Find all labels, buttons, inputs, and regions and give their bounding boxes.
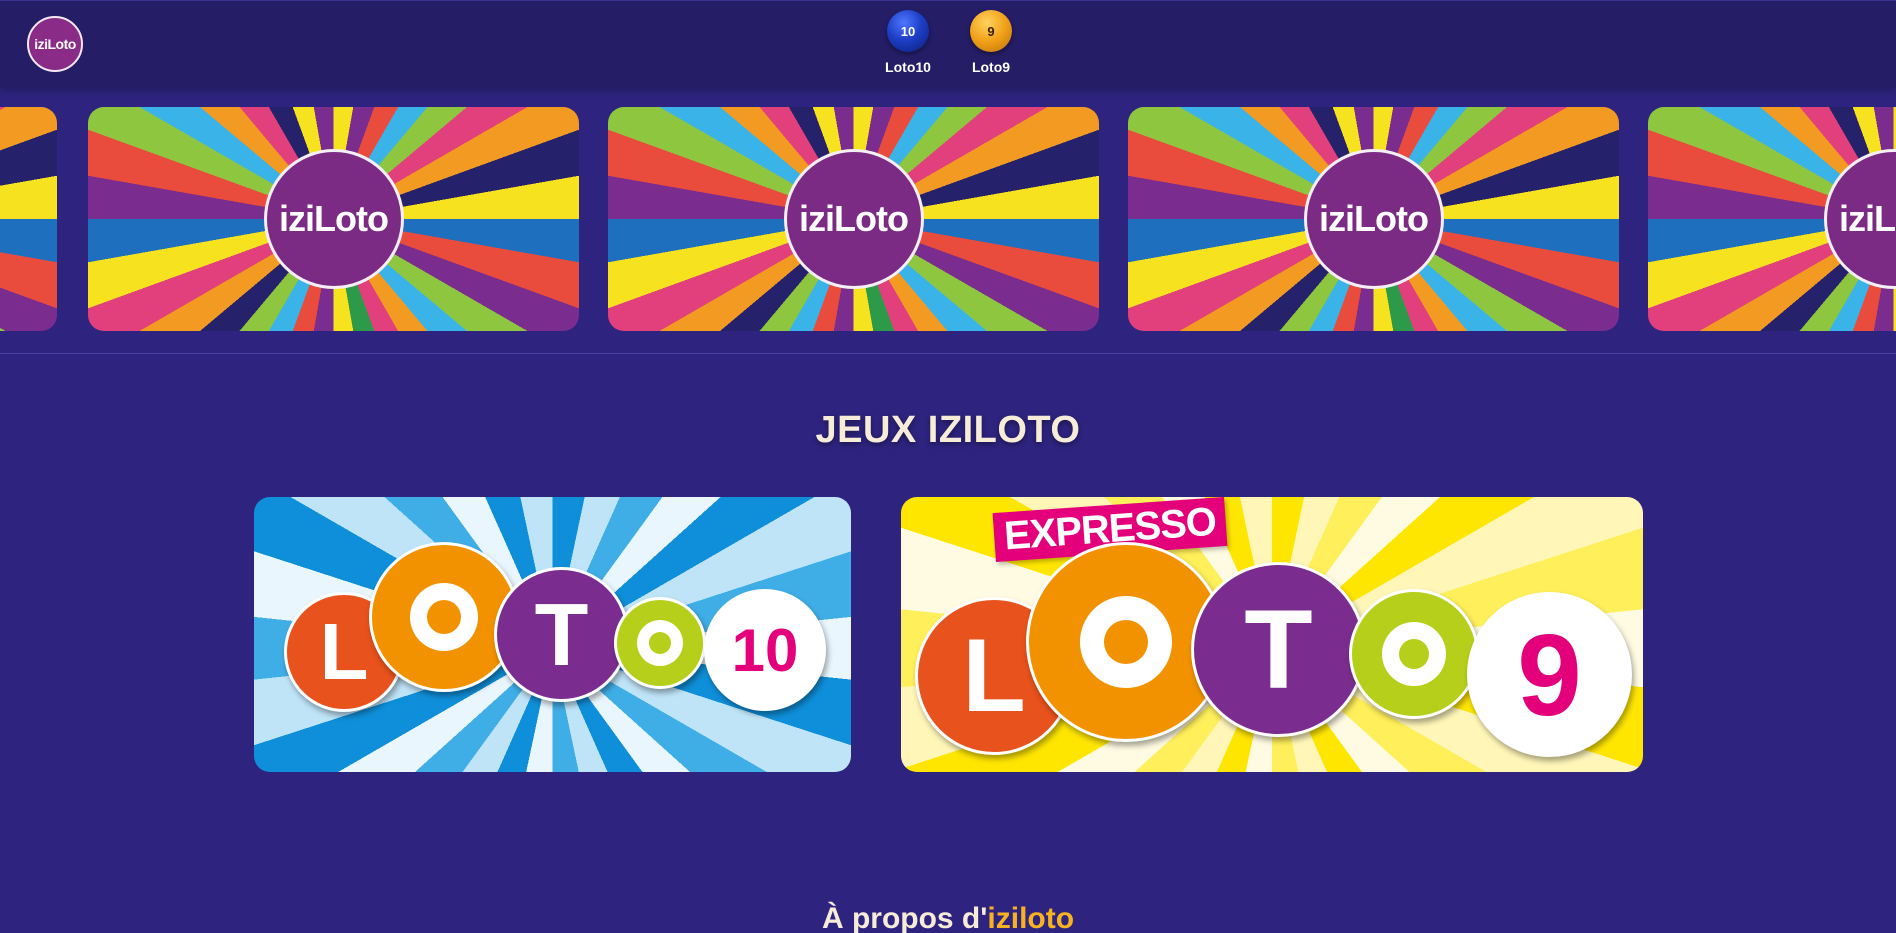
loto-number-ball: 10 [704, 589, 826, 711]
about-brand: iziloto [987, 902, 1075, 933]
iziloto-badge: iziLoto [783, 149, 924, 289]
loto-letter-ball: T [1191, 562, 1366, 737]
loto10-ball-icon: 10 [887, 10, 929, 52]
loto-letter-ball: T [494, 567, 629, 702]
about-prefix: À propos d' [821, 902, 988, 933]
top-navigation-bar: iziLoto 10 Loto10 9 Loto9 [0, 0, 1896, 88]
nav-game-loto9-label: Loto9 [971, 59, 1011, 75]
carousel-slide[interactable]: iziLoto [608, 107, 1099, 331]
carousel-slide[interactable]: iziLoto [1128, 107, 1619, 331]
game-card-loto10[interactable]: L T 10 [254, 497, 851, 772]
loto-letter-ball [1349, 589, 1479, 719]
carousel-divider [0, 353, 1896, 354]
iziloto-logo[interactable]: iziLoto [27, 16, 83, 72]
nav-game-loto10[interactable]: 10 Loto10 [873, 10, 943, 75]
about-heading: À propos d'iziloto [0, 902, 1896, 933]
logo-text: iziLoto [34, 36, 76, 52]
section-title: JEUX IZILOTO [815, 409, 1081, 451]
loto-letter-ball [614, 597, 706, 689]
carousel-slide[interactable]: iziLoto [1648, 107, 1896, 331]
promo-carousel[interactable]: iziLoto iziLoto iziLoto iziLoto iziLoto [0, 88, 1896, 354]
game-card-loto9-expresso[interactable]: EXPRESSO L T 9 [901, 497, 1643, 772]
carousel-slide[interactable]: iziLoto [0, 107, 57, 331]
iziloto-badge: iziLoto [263, 149, 404, 289]
iziloto-badge: iziLoto [1303, 149, 1444, 289]
nav-game-loto10-label: Loto10 [885, 59, 931, 75]
iziloto-badge: iziLoto [1823, 149, 1896, 289]
loto9-ball-icon: 9 [970, 10, 1012, 52]
loto-number-ball: 9 [1467, 592, 1632, 757]
nav-game-loto9[interactable]: 9 Loto9 [956, 10, 1026, 75]
carousel-slide[interactable]: iziLoto [88, 107, 579, 331]
